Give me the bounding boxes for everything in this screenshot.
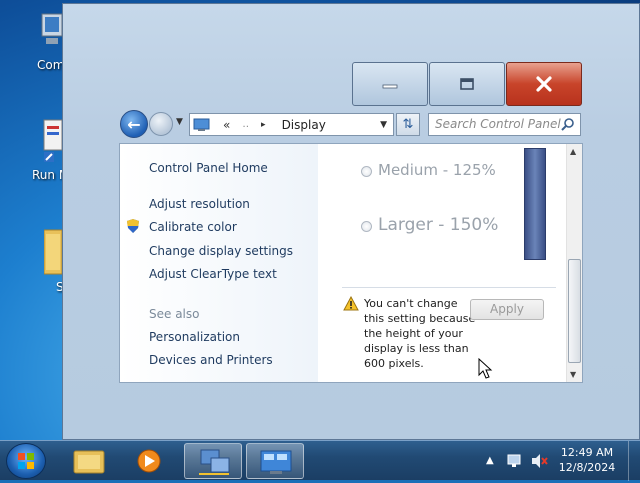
vertical-scrollbar[interactable]: ▲ ▼ xyxy=(566,144,582,382)
refresh-icon: ⇅ xyxy=(402,117,414,132)
start-button[interactable] xyxy=(6,443,46,479)
network-icon xyxy=(199,449,230,475)
control-panel-window: ← ▼ « ‥ ▸ Display ▼ ⇅ Search Control Pan… xyxy=(62,3,640,440)
back-arrow-icon: ← xyxy=(127,114,141,134)
mouse-cursor-icon xyxy=(478,358,493,379)
desktop-icon-computer-label[interactable]: Com xyxy=(37,58,64,72)
sidebar-item-personalization[interactable]: Personalization xyxy=(149,330,240,344)
close-button[interactable] xyxy=(506,62,582,106)
option-larger-label[interactable]: Larger - 150% xyxy=(378,215,498,235)
clock-date: 12/8/2024 xyxy=(558,461,616,474)
refresh-button[interactable]: ⇅ xyxy=(396,113,420,136)
option-medium-radio[interactable] xyxy=(361,166,372,177)
option-medium-label[interactable]: Medium - 125% xyxy=(378,161,496,179)
search-placeholder: Search Control Panel xyxy=(435,117,561,131)
windows-logo-icon xyxy=(18,453,34,469)
clock-time: 12:49 AM xyxy=(560,446,614,459)
control-panel-taskbar-icon xyxy=(260,450,292,474)
content-area: Control Panel Home Adjust resolution Cal… xyxy=(119,143,583,383)
minimize-button[interactable] xyxy=(352,62,428,106)
minimize-icon xyxy=(382,84,398,89)
scroll-down-icon[interactable]: ▼ xyxy=(570,370,576,379)
back-button[interactable]: ← xyxy=(120,110,148,138)
warning-message: You can't change this setting because th… xyxy=(364,297,476,370)
computer-icon[interactable] xyxy=(40,12,64,51)
explorer-folder-icon xyxy=(73,450,105,474)
control-panel-icon xyxy=(193,118,210,131)
taskbar: ▲ 12:49 AM 12/8/2024 xyxy=(0,440,640,481)
scroll-thumb[interactable] xyxy=(568,259,581,363)
taskbar-explorer[interactable] xyxy=(60,443,118,479)
address-bar[interactable]: « ‥ ▸ Display ▼ xyxy=(189,113,394,136)
sidebar-item-devices-printers[interactable]: Devices and Printers xyxy=(149,353,273,367)
breadcrumb-separator-icon[interactable]: ▸ xyxy=(261,120,266,130)
sidebar-item-control-panel-home[interactable]: Control Panel Home xyxy=(149,161,268,175)
divider xyxy=(342,287,556,288)
sidebar-item-adjust-resolution[interactable]: Adjust resolution xyxy=(149,197,250,211)
scroll-up-icon[interactable]: ▲ xyxy=(570,147,576,156)
uac-shield-icon xyxy=(127,219,139,233)
network-tray-icon[interactable] xyxy=(506,453,522,469)
sidebar-item-calibrate-color[interactable]: Calibrate color xyxy=(149,220,237,234)
option-larger-radio[interactable] xyxy=(361,221,372,232)
breadcrumb-dots[interactable]: ‥ xyxy=(242,119,249,130)
show-desktop-button[interactable] xyxy=(628,441,640,481)
sidebar-item-change-display-settings[interactable]: Change display settings xyxy=(149,244,293,258)
see-also-heading: See also xyxy=(149,307,200,321)
recent-pages-chevron-icon[interactable]: ▼ xyxy=(176,117,183,127)
maximize-icon xyxy=(460,78,474,90)
text-size-preview xyxy=(524,148,546,260)
search-icon[interactable] xyxy=(561,117,575,131)
address-dropdown-icon[interactable]: ▼ xyxy=(380,120,387,130)
close-icon xyxy=(536,76,552,92)
taskbar-control-panel[interactable] xyxy=(246,443,304,479)
volume-muted-icon[interactable] xyxy=(530,453,548,469)
maximize-button[interactable] xyxy=(429,62,505,106)
clock[interactable]: 12:49 AM 12/8/2024 xyxy=(554,445,620,475)
folder-icon[interactable] xyxy=(43,226,63,279)
run-icon[interactable] xyxy=(42,118,64,167)
taskbar-network-app[interactable] xyxy=(184,443,242,479)
warning-icon xyxy=(343,296,359,311)
apply-button[interactable]: Apply xyxy=(470,299,544,320)
forward-button[interactable] xyxy=(149,112,173,136)
search-input[interactable]: Search Control Panel xyxy=(428,113,581,136)
sidebar-item-adjust-cleartype[interactable]: Adjust ClearType text xyxy=(149,267,277,281)
tray-overflow-icon[interactable]: ▲ xyxy=(486,455,494,466)
breadcrumb-overflow[interactable]: « xyxy=(223,118,230,132)
taskbar-media-player[interactable] xyxy=(120,443,178,479)
task-pane: Control Panel Home Adjust resolution Cal… xyxy=(120,144,318,382)
media-player-icon xyxy=(137,449,161,473)
breadcrumb-current[interactable]: Display xyxy=(282,118,326,132)
